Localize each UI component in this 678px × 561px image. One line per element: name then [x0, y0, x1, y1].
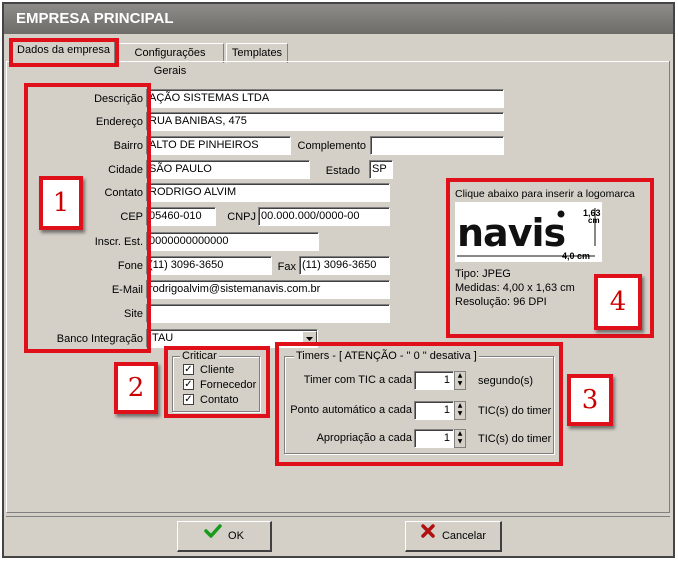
- annotation-highlight-timers: [275, 342, 563, 466]
- fone-field[interactable]: (11) 3096-3650: [146, 256, 272, 275]
- ok-button-label: OK: [228, 530, 244, 542]
- tab-templates[interactable]: Templates: [226, 43, 288, 63]
- label-complemento: Complemento: [297, 140, 366, 152]
- window-title: EMPRESA PRINCIPAL: [4, 4, 673, 34]
- annotation-badge-2: 2: [114, 362, 158, 414]
- check-icon: [204, 522, 222, 551]
- contato-field[interactable]: RODRIGO ALVIM: [146, 183, 390, 202]
- cancel-button[interactable]: Cancelar: [405, 521, 502, 552]
- fax-field[interactable]: (11) 3096-3650: [299, 256, 390, 275]
- label-estado: Estado: [325, 165, 360, 177]
- cep-field[interactable]: 05460-010: [146, 207, 216, 226]
- endereco-field[interactable]: RUA BANIBAS, 475: [146, 112, 504, 131]
- label-cnpj: CNPJ: [227, 211, 256, 223]
- label-fax: Fax: [277, 261, 296, 273]
- cnpj-field[interactable]: 00.000.000/0000-00: [258, 207, 390, 226]
- tab-label: Templates: [231, 47, 283, 59]
- estado-field[interactable]: SP: [369, 160, 393, 179]
- inscr-est-field[interactable]: 0000000000000: [146, 232, 319, 251]
- site-field[interactable]: [146, 304, 390, 323]
- annotation-badge-3: 3: [567, 374, 613, 426]
- annotation-badge-4: 4: [594, 274, 642, 330]
- cancel-button-label: Cancelar: [441, 530, 487, 542]
- footer-divider: [6, 516, 670, 517]
- descricao-field[interactable]: AÇÃO SISTEMAS LTDA: [146, 89, 504, 108]
- tab-configuracoes-gerais[interactable]: Configurações Gerais: [116, 43, 224, 77]
- complemento-field[interactable]: [370, 136, 504, 155]
- bairro-field[interactable]: ALTO DE PINHEIROS: [146, 136, 291, 155]
- annotation-highlight-tab: [9, 38, 119, 67]
- close-icon: [420, 522, 436, 551]
- ok-button[interactable]: OK: [177, 521, 272, 552]
- cidade-field[interactable]: SÃO PAULO: [146, 160, 310, 179]
- annotation-badge-1: 1: [39, 176, 83, 230]
- email-field[interactable]: rodrigoalvim@sistemanavis.com.br: [146, 280, 390, 299]
- annotation-highlight-criticar: [164, 346, 270, 418]
- banco-integracao-value: ITAU: [149, 332, 174, 344]
